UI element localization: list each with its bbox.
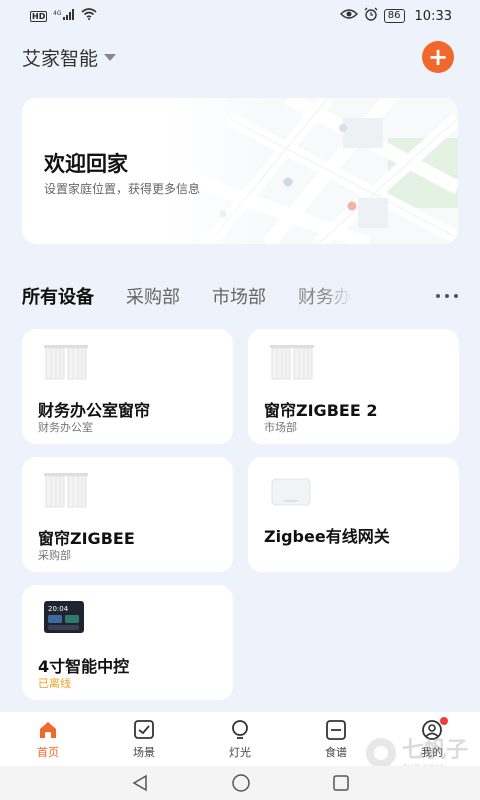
control-panel-icon: 20:04 [44,601,84,633]
alarm-icon [364,7,378,25]
tab-finance[interactable]: 财务办 [298,283,352,309]
nav-recipes[interactable]: 食谱 [306,719,366,760]
device-name: 窗帘ZIGBEE [38,529,135,548]
curtain-icon [44,345,88,380]
scene-icon [134,719,154,739]
home-header: 艾家智能 + [22,40,454,74]
recents-icon[interactable] [332,774,350,792]
status-left: HD 4G [30,8,97,24]
nav-label: 灯光 [229,745,251,759]
back-icon[interactable] [130,774,150,792]
signal-icon: 4G [53,8,75,24]
tab-all-devices[interactable]: 所有设备 [22,283,94,309]
offline-status: 已离线 [38,677,71,690]
tab-purchasing[interactable]: 采购部 [126,283,180,309]
device-card[interactable]: 20:04 4寸智能中控 已离线 [22,585,233,700]
add-device-button[interactable]: + [422,41,454,73]
more-dot [454,294,458,298]
bulb-icon [232,719,248,739]
device-room: 市场部 [264,421,297,434]
home-selector[interactable]: 艾家智能 [22,44,117,71]
more-tabs-button[interactable] [418,280,458,312]
device-card[interactable]: Zigbee有线网关 [248,457,459,572]
device-card[interactable]: 窗帘ZIGBEE 采购部 [22,457,233,572]
caret-down-icon [104,53,117,61]
curtain-icon [270,345,314,380]
status-right: 86 10:33 [339,7,452,25]
panel-time: 20:04 [48,605,69,613]
gateway-icon [271,478,311,506]
nav-scene[interactable]: 场景 [114,719,174,760]
welcome-subtitle: 设置家庭位置，获得更多信息 [44,182,201,196]
hd-badge: HD [30,10,48,22]
wifi-icon [81,8,97,24]
nav-label: 食谱 [325,745,347,759]
device-card[interactable]: 财务办公室窗帘 财务办公室 [22,329,233,444]
nav-profile[interactable]: 我的 [402,716,462,760]
plus-icon: + [427,43,449,71]
device-name: Zigbee有线网关 [264,527,390,546]
eye-icon [339,8,358,24]
device-room: 财务办公室 [38,421,93,434]
nav-label: 首页 [37,745,59,759]
svg-text:4G: 4G [53,10,62,17]
welcome-title: 欢迎回家 [44,152,128,176]
status-bar: HD 4G 86 10:33 [0,0,480,32]
system-nav-bar [0,766,480,800]
device-room: 采购部 [38,549,71,562]
device-name: 财务办公室窗帘 [38,401,151,420]
tab-marketing[interactable]: 市场部 [212,283,266,309]
map-illustration [168,98,458,244]
room-tabs: 所有设备 采购部 市场部 财务办 [22,280,458,312]
nav-lighting[interactable]: 灯光 [210,719,270,760]
notification-dot [440,716,448,725]
home-circle-icon[interactable] [231,773,251,793]
nav-label: 场景 [133,745,155,759]
welcome-card[interactable]: 欢迎回家 设置家庭位置，获得更多信息 [22,98,458,244]
device-name: 窗帘ZIGBEE 2 [264,401,378,420]
device-card[interactable]: 窗帘ZIGBEE 2 市场部 [248,329,459,444]
more-dot [436,294,440,298]
battery-indicator: 86 [383,9,405,23]
more-dot [445,294,449,298]
home-icon [40,721,56,738]
nav-label: 我的 [421,745,443,759]
curtain-icon [44,473,88,508]
device-name: 4寸智能中控 [38,657,130,676]
bottom-nav: 首页 场景 灯光 食谱 我的 [0,712,480,766]
nav-home[interactable]: 首页 [18,719,78,760]
clock: 10:33 [414,8,452,24]
home-name: 艾家智能 [22,47,99,70]
recipe-icon [326,719,346,740]
